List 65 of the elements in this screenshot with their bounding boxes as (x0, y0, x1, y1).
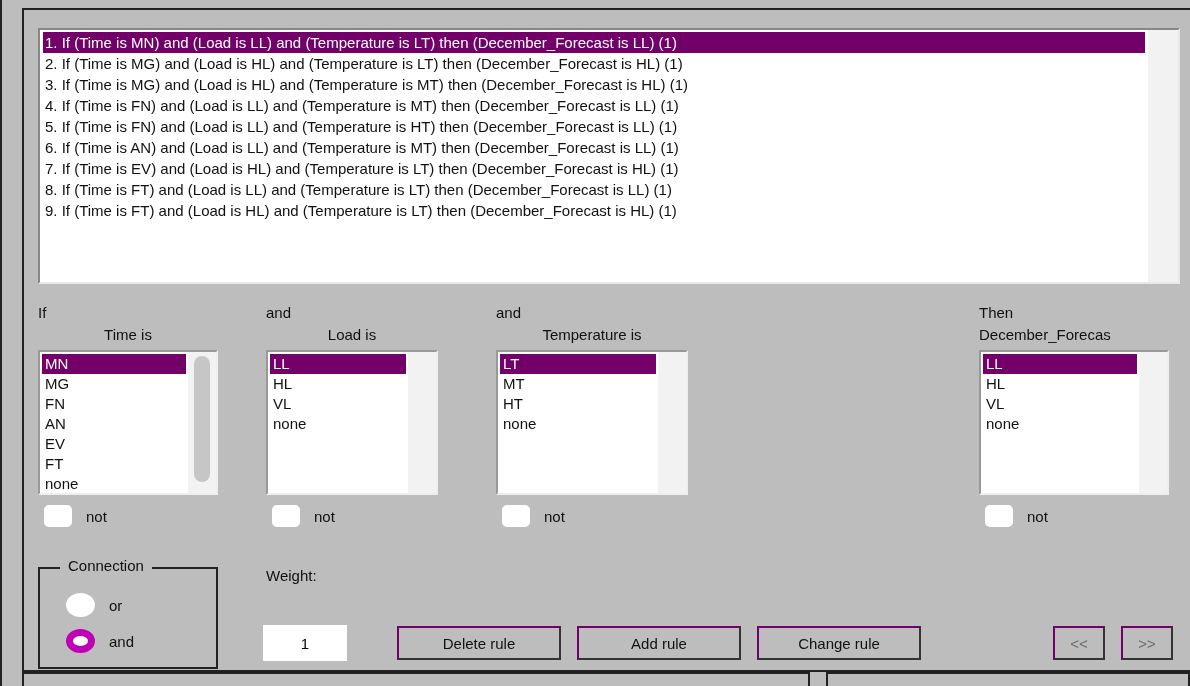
rule-item[interactable]: 1. If (Time is MN) and (Load is LL) and (Temperature is LT) then (December_Forecast is LL) (1) (43, 32, 1145, 53)
weight-label: Weight: (266, 567, 318, 586)
list-item[interactable]: HL (983, 374, 1137, 394)
variable-label: Load is (326, 326, 378, 345)
scrollbar-track[interactable] (1139, 352, 1167, 493)
rule-item[interactable]: 2. If (Time is MG) and (Load is HL) and (Temperature is LT) then (December_Forecast is HL) (1) (43, 53, 1145, 74)
list-item[interactable]: none (270, 414, 406, 434)
scrollbar-track[interactable] (658, 352, 686, 493)
group-title: Connection (60, 557, 152, 574)
membership-list[interactable]: LL HL VL none (266, 350, 438, 495)
rule-item[interactable]: 8. If (Time is FT) and (Load is LL) and (Temperature is LT) then (December_Forecast is LL) (1) (43, 179, 1145, 200)
radio-button[interactable] (66, 629, 95, 653)
connector-label: If (38, 304, 48, 323)
list-item[interactable]: HT (500, 394, 656, 414)
membership-list[interactable]: MN MG FN AN EV FT none (38, 350, 218, 495)
list-item[interactable]: LL (270, 354, 406, 374)
scrollbar-thumb[interactable] (194, 356, 210, 482)
connector-label: and (266, 304, 293, 323)
rule-list[interactable] (38, 28, 1180, 284)
not-checkbox[interactable] (985, 505, 1013, 527)
list-item[interactable]: VL (983, 394, 1137, 414)
not-label: not (1027, 507, 1048, 525)
list-item[interactable]: FT (42, 454, 186, 474)
membership-list[interactable]: LT MT HT none (496, 350, 688, 495)
not-checkbox[interactable] (502, 505, 530, 527)
rule-button[interactable]: Add rule (577, 626, 741, 660)
list-item[interactable]: none (42, 474, 186, 493)
rule-button[interactable]: Change rule (757, 626, 921, 660)
list-item[interactable]: MG (42, 374, 186, 394)
list-item[interactable]: EV (42, 434, 186, 454)
not-label: not (544, 507, 565, 525)
not-label: not (86, 507, 107, 525)
not-checkbox[interactable] (44, 505, 72, 527)
list-item[interactable]: AN (42, 414, 186, 434)
list-item[interactable]: MT (500, 374, 656, 394)
variable-label: Temperature is (541, 326, 643, 345)
rule-item[interactable]: 3. If (Time is MG) and (Load is HL) and (Temperature is MT) then (December_Forecast is HL) (1) (43, 74, 1145, 95)
weight-field[interactable]: 1 (263, 625, 347, 661)
scrollbar-track[interactable] (188, 352, 216, 493)
list-item[interactable]: MN (42, 354, 186, 374)
list-item[interactable]: none (500, 414, 656, 434)
radio-label: and (109, 632, 135, 650)
connector-label: Then (979, 304, 1015, 323)
variable-label: Time is (103, 326, 153, 345)
not-checkbox[interactable] (272, 505, 300, 527)
not-label: not (314, 507, 335, 525)
list-item[interactable]: FN (42, 394, 186, 414)
list-item[interactable]: HL (270, 374, 406, 394)
scrollbar-track[interactable] (1148, 30, 1178, 282)
list-item[interactable]: none (983, 414, 1137, 434)
rule-item[interactable]: 9. If (Time is FT) and (Load is HL) and (Temperature is LT) then (December_Forecast is HL) (1) (43, 200, 1145, 221)
scrollbar-track[interactable] (408, 352, 436, 493)
rule-item[interactable]: 4. If (Time is FN) and (Load is LL) and (Temperature is MT) then (December_Forecast is LL) (1) (43, 95, 1145, 116)
radio-label: or (109, 596, 123, 614)
rule-item[interactable]: 6. If (Time is AN) and (Load is LL) and (Temperature is MT) then (December_Forecast is LL) (1) (43, 137, 1145, 158)
variable-label: December_Forecas (979, 326, 1112, 345)
list-item[interactable]: LT (500, 354, 656, 374)
rule-button[interactable]: Delete rule (397, 626, 561, 660)
connector-label: and (496, 304, 523, 323)
membership-list[interactable]: LL HL VL none (979, 350, 1169, 495)
list-item[interactable]: VL (270, 394, 406, 414)
rule-item[interactable]: 7. If (Time is EV) and (Load is HL) and (Temperature is LT) then (December_Forecast is HL) (1) (43, 158, 1145, 179)
rule-item[interactable]: 5. If (Time is FN) and (Load is LL) and (Temperature is HT) then (December_Forecast is LL) (1) (43, 116, 1145, 137)
list-item[interactable]: LL (983, 354, 1137, 374)
radio-button[interactable] (66, 593, 95, 617)
